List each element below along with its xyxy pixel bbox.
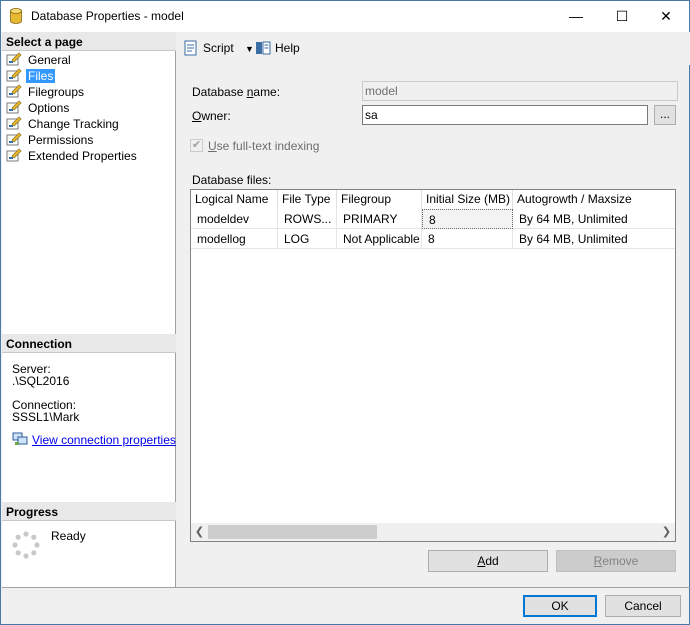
progress-spinner-icon	[12, 531, 40, 559]
minimize-button[interactable]: —	[553, 1, 599, 32]
sidebar-item-general[interactable]: General	[6, 52, 73, 68]
horizontal-scrollbar[interactable]: ❮ ❯	[191, 523, 675, 541]
sidebar-item-files[interactable]: Files	[6, 68, 56, 84]
database-name-label: Database name:	[192, 85, 281, 99]
progress-header: Progress	[2, 502, 176, 521]
wrench-page-icon	[6, 132, 22, 146]
sidebar-item-extended-properties[interactable]: Extended Properties	[6, 148, 139, 164]
sidebar-item-permissions[interactable]: Permissions	[6, 132, 95, 148]
sidebar-item-options[interactable]: Options	[6, 100, 71, 116]
scroll-left-icon[interactable]: ❮	[191, 523, 208, 541]
wrench-page-icon	[6, 68, 22, 82]
sidebar-item-label: Files	[26, 69, 56, 83]
chevron-down-icon[interactable]: ▼	[245, 44, 254, 54]
column-header-filegroup[interactable]: Filegroup	[337, 190, 422, 209]
connection-value: SSSL1\Mark	[12, 410, 80, 424]
select-page-header: Select a page	[2, 32, 176, 51]
fulltext-indexing-label: Use full-text indexing	[208, 139, 320, 153]
sidebar-item-label: Extended Properties	[28, 149, 137, 163]
view-connection-properties-link[interactable]: View connection properties	[12, 432, 176, 447]
script-label: Script	[203, 41, 234, 55]
add-button[interactable]: Add	[428, 550, 548, 572]
connection-properties-icon	[12, 432, 28, 445]
maximize-icon: ☐	[615, 8, 629, 24]
database-files-grid[interactable]: Logical Name File Type Filegroup Initial…	[190, 189, 676, 542]
sidebar-item-filegroups[interactable]: Filegroups	[6, 84, 86, 100]
toolbar: Script ▼ Help	[177, 32, 690, 65]
cell-file-type[interactable]: LOG	[278, 229, 337, 249]
scroll-right-icon[interactable]: ❯	[658, 523, 675, 541]
view-connection-properties-label[interactable]: View connection properties	[32, 433, 176, 447]
connection-header: Connection	[2, 334, 176, 353]
cell-autogrowth[interactable]: By 64 MB, Unlimited	[513, 229, 675, 249]
title-bar[interactable]: Database Properties - model — ☐ ✕	[1, 1, 689, 32]
grid-header: Logical Name File Type Filegroup Initial…	[191, 190, 675, 209]
close-button[interactable]: ✕	[643, 1, 689, 32]
column-header-initial-size[interactable]: Initial Size (MB)	[422, 190, 513, 209]
wrench-page-icon	[6, 52, 22, 66]
footer-divider	[2, 587, 690, 588]
database-name-field: model	[362, 81, 678, 101]
cell-logical-name[interactable]: modeldev	[191, 209, 278, 229]
column-header-file-type[interactable]: File Type	[278, 190, 337, 209]
table-row[interactable]: modellog LOG Not Applicable 8 By 64 MB, …	[191, 229, 675, 249]
database-files-label: Database files:	[192, 173, 272, 187]
cell-initial-size[interactable]: 8	[422, 229, 513, 249]
sidebar-item-label: General	[28, 53, 71, 67]
fulltext-indexing-checkbox[interactable]: ✔	[190, 139, 203, 152]
column-header-logical-name[interactable]: Logical Name	[191, 190, 278, 209]
scrollbar-thumb[interactable]	[208, 525, 377, 539]
close-icon: ✕	[660, 8, 672, 24]
server-value: .\SQL2016	[12, 374, 70, 388]
help-button[interactable]: Help	[255, 40, 300, 56]
column-header-autogrowth[interactable]: Autogrowth / Maxsize	[513, 190, 675, 209]
sidebar-item-label: Permissions	[28, 133, 94, 147]
maximize-button[interactable]: ☐	[599, 1, 645, 32]
cell-filegroup[interactable]: PRIMARY	[337, 209, 422, 229]
table-row[interactable]: modeldev ROWS... PRIMARY 8 By 64 MB, Unl…	[191, 209, 675, 229]
cell-logical-name[interactable]: modellog	[191, 229, 278, 249]
sidebar-item-label: Filegroups	[28, 85, 85, 99]
window-title: Database Properties - model	[31, 9, 184, 23]
left-pane: Select a page General Files Filegroups Opti…	[2, 32, 176, 587]
database-icon	[10, 8, 22, 24]
script-button[interactable]: Script ▼	[183, 40, 254, 56]
progress-status: Ready	[51, 529, 86, 543]
cancel-button[interactable]: Cancel	[605, 595, 681, 617]
cell-file-type[interactable]: ROWS...	[278, 209, 337, 229]
sidebar-item-label: Options	[28, 101, 70, 115]
owner-browse-button[interactable]: ...	[654, 105, 676, 125]
help-icon	[256, 41, 271, 55]
database-properties-window: Database Properties - model — ☐ ✕ Select…	[0, 0, 690, 625]
sidebar-item-change-tracking[interactable]: Change Tracking	[6, 116, 121, 132]
sidebar-item-label: Change Tracking	[28, 117, 119, 131]
cell-autogrowth[interactable]: By 64 MB, Unlimited	[513, 209, 675, 229]
ok-button[interactable]: OK	[523, 595, 597, 617]
wrench-page-icon	[6, 148, 22, 162]
owner-label: Owner:	[192, 109, 231, 123]
owner-field[interactable]: sa	[362, 105, 648, 125]
remove-button[interactable]: Remove	[556, 550, 676, 572]
wrench-page-icon	[6, 116, 22, 130]
wrench-page-icon	[6, 84, 22, 98]
cell-initial-size[interactable]: 8	[422, 209, 513, 229]
help-label: Help	[275, 41, 300, 55]
cell-filegroup[interactable]: Not Applicable	[337, 229, 422, 249]
checkmark-icon: ✔	[191, 139, 202, 151]
wrench-page-icon	[6, 100, 22, 114]
script-icon	[184, 40, 197, 56]
minimize-icon: —	[569, 8, 583, 24]
